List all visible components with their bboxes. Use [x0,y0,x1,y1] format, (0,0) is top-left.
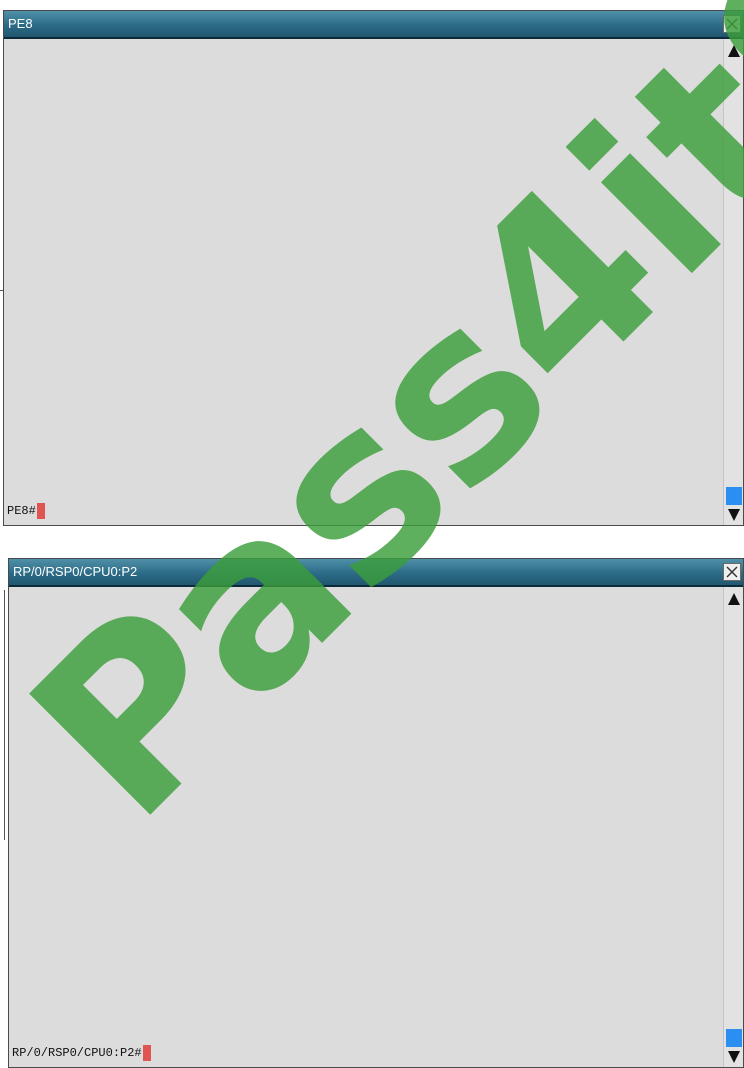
vertical-scrollbar[interactable] [723,39,743,525]
scroll-down-button[interactable] [726,507,742,523]
close-button[interactable] [723,563,741,581]
close-button[interactable] [723,15,741,33]
text-cursor [142,1045,151,1061]
scroll-up-button[interactable] [726,43,742,59]
terminal-output[interactable]: RP/0/RSP0/CPU0:P2# [9,587,723,1067]
scroll-down-arrow-icon [728,509,740,521]
command-prompt[interactable]: PE8# [7,503,45,519]
title-bar[interactable]: RP/0/RSP0/CPU0:P2 [9,559,743,587]
scroll-down-arrow-icon [728,1051,740,1063]
command-prompt[interactable]: RP/0/RSP0/CPU0:P2# [12,1045,151,1061]
window-title: RP/0/RSP0/CPU0:P2 [13,564,138,579]
close-icon [726,18,738,30]
prompt-text: RP/0/RSP0/CPU0:P2# [12,1045,142,1060]
scroll-up-button[interactable] [726,591,742,607]
vertical-scrollbar[interactable] [723,587,743,1067]
desktop: PE8 PE8# RP/0/RSP0/CPU0:P2 RP/0/RSP0/CPU… [0,0,744,1068]
terminal-window-p2[interactable]: RP/0/RSP0/CPU0:P2 RP/0/RSP0/CPU0:P2# [8,558,744,1068]
scroll-up-arrow-icon [728,593,740,605]
scroll-down-button[interactable] [726,1049,742,1065]
terminal-window-pe8[interactable]: PE8 PE8# [3,10,744,526]
background-window-edge [4,590,5,840]
title-bar[interactable]: PE8 [4,11,743,39]
terminal-output[interactable]: PE8# [4,39,723,525]
prompt-text: PE8# [7,503,36,518]
window-title: PE8 [8,16,33,31]
close-icon [726,566,738,578]
scroll-thumb[interactable] [726,487,742,505]
scroll-up-arrow-icon [728,45,740,57]
text-cursor [36,503,45,519]
scroll-thumb[interactable] [726,1029,742,1047]
